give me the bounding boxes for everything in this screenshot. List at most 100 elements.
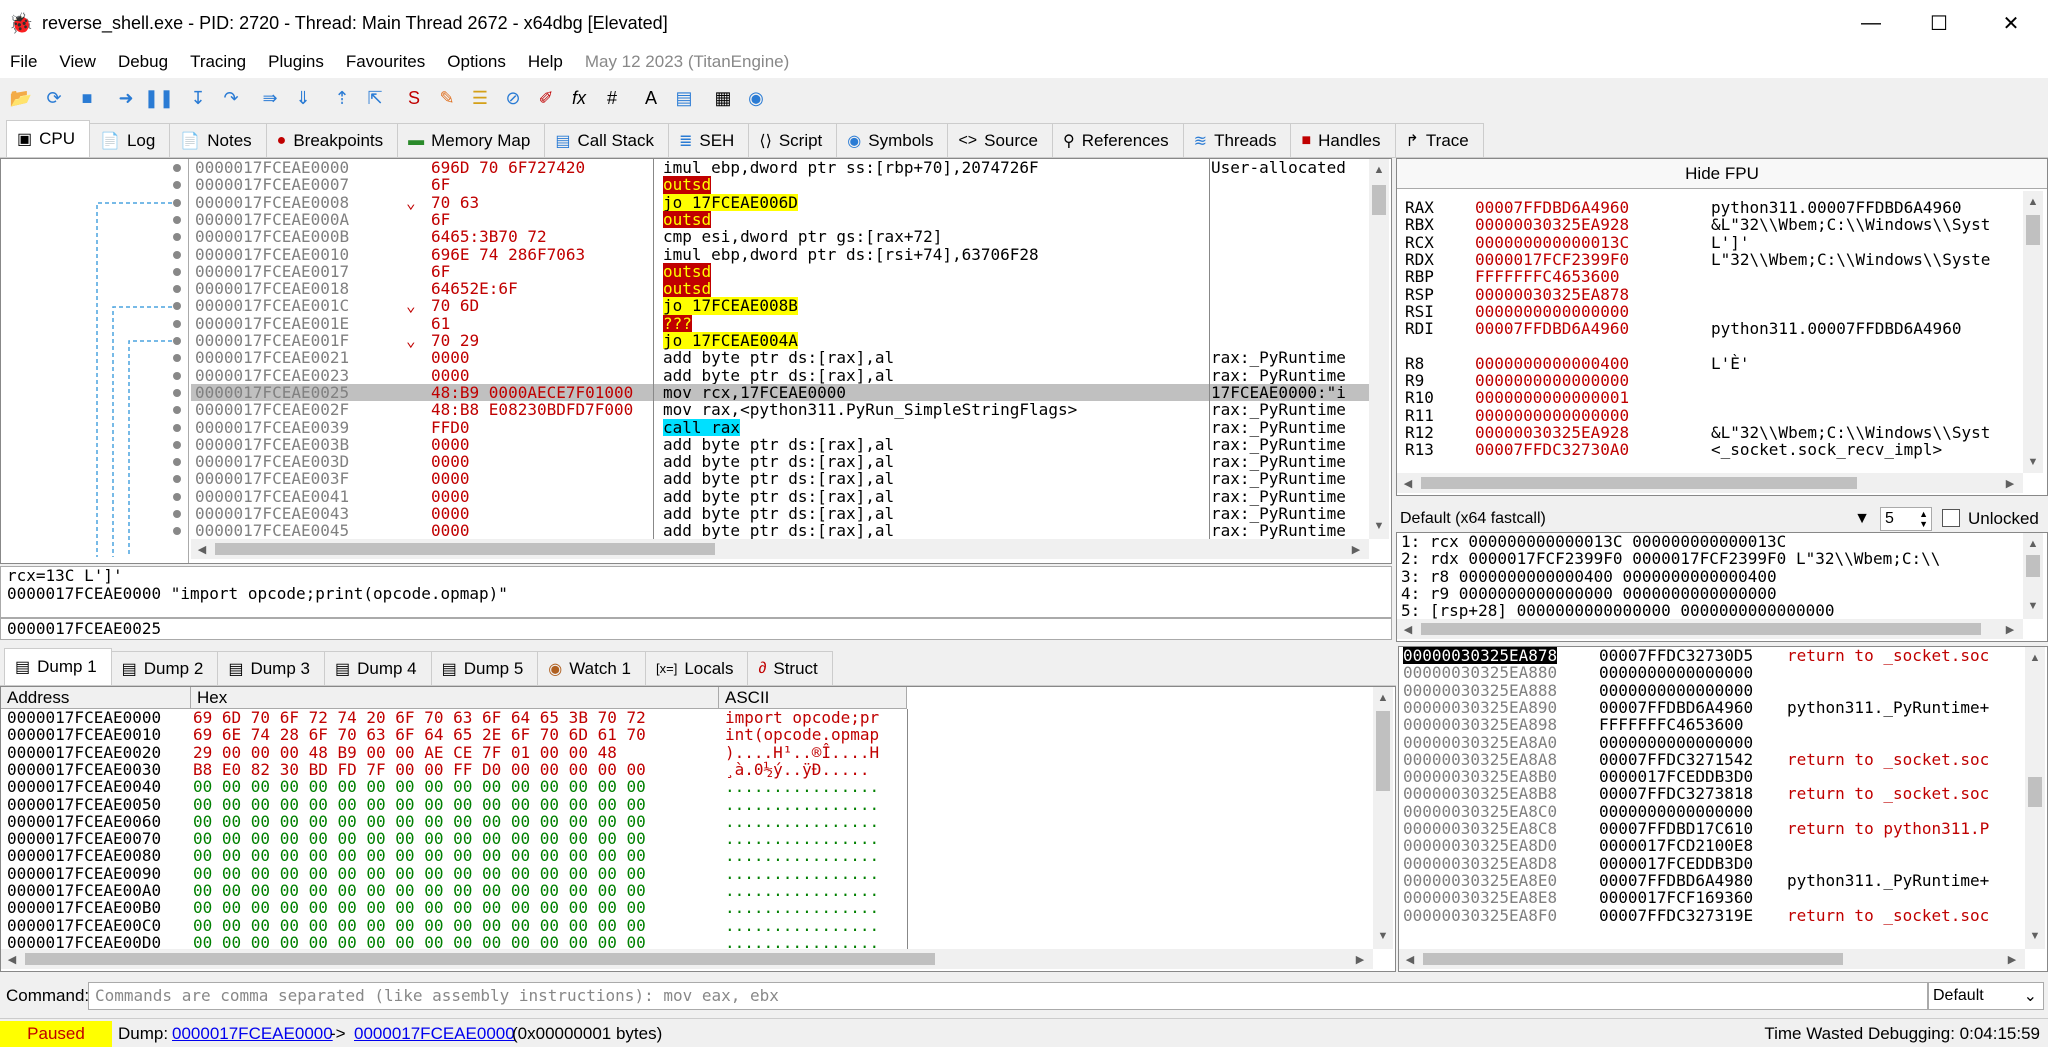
gutter-row[interactable] [1,280,189,297]
menu-view[interactable]: View [59,52,96,72]
breakpoint-dot[interactable] [173,233,181,242]
run-icon[interactable]: ➜ [111,83,141,113]
breakpoint-dot[interactable] [173,440,181,449]
register-value[interactable]: 0000000000000000 [1475,406,1629,424]
argument-row[interactable]: 3: r8 0000000000000400 0000000000000400 [1401,567,1777,585]
dump-row[interactable]: 0000017FCEAE00C0 00 00 00 00 00 00 00 00 … [1,916,1371,934]
breakpoint-dot[interactable] [173,337,181,345]
menu-options[interactable]: Options [447,52,506,72]
disasm-row[interactable]: 0000017FCEAE001E 61??? [191,314,1371,332]
scroll-up-icon[interactable]: ▲ [2026,649,2044,667]
breakpoint-dot[interactable] [173,371,181,380]
gutter-row[interactable] [1,436,189,453]
dump-row[interactable]: 0000017FCEAE0060 00 00 00 00 00 00 00 00 … [1,812,1371,830]
tab-breakpoints[interactable]: ● Breakpoints [265,123,399,157]
breakpoint-dot[interactable] [173,510,181,518]
spin-arrows-icon[interactable]: ▲ ▼ [1919,509,1928,529]
register-row[interactable] [1405,337,2015,354]
stack-row[interactable]: 00000030325EA8D8 0000017FCEDDB3D0 [1399,854,2025,872]
breakpoint-dot[interactable] [173,250,181,259]
disasm-row[interactable]: 0000017FCEAE0008 ⌄ 70 63 jo 17FCEAE006D [191,193,1371,211]
argument-row[interactable]: 2: rdx 0000017FCF2399F0 0000017FCF2399F0… [1401,550,1940,568]
step-over-icon[interactable]: ↷ [216,83,246,113]
argument-row[interactable]: 5: [rsp+28] 0000000000000000 00000000000… [1401,602,1834,619]
register-row[interactable]: R8 0000000000000400 L'È' [1405,354,2015,372]
menu-help[interactable]: Help [528,52,563,72]
register-row[interactable]: R12 00000030325EA928 &L"32\\Wbem;C:\\Windo… [1405,424,2015,442]
scroll-left-icon[interactable]: ◀ [1399,620,1417,638]
args-hscroll[interactable]: ◀ ▶ [1397,619,2023,639]
dump-row[interactable]: 0000017FCEAE0050 00 00 00 00 00 00 00 00 … [1,795,1371,813]
tab-dump-3[interactable]: ▤ Dump 3 [217,651,325,685]
register-row[interactable]: R11 0000000000000000 [1405,406,2015,424]
gutter-row[interactable] [1,315,189,332]
register-value[interactable]: 0000000000000000 [1475,372,1629,390]
tab-cpu[interactable]: ▣ CPU [6,120,91,157]
gutter-row[interactable] [1,228,189,245]
calculator-icon[interactable]: ▤ [669,83,699,113]
stack-row[interactable]: 00000030325EA8C8 00007FFDBD17C610 return t… [1399,820,2025,838]
patches-icon[interactable]: ✎ [432,83,462,113]
column-address[interactable]: Address [1,687,191,709]
scroll-thumb[interactable] [1376,711,1390,791]
gutter-row[interactable] [1,159,189,176]
register-row[interactable]: RCX 000000000000013C L']' [1405,233,2015,251]
unlocked-checkbox[interactable] [1942,509,1960,527]
disasm-row[interactable]: 0000017FCEAE002F 48:B8 E08230BDFD7F000 mov… [191,401,1371,419]
scroll-right-icon[interactable]: ▶ [2001,620,2019,638]
disasm-row[interactable]: 0000017FCEAE001F ⌄ 70 29 jo 17FCEAE004A [191,332,1371,349]
register-row[interactable]: R10 0000000000000001 [1405,389,2015,407]
gutter-row[interactable] [1,470,189,487]
scroll-left-icon[interactable]: ◀ [3,950,21,968]
gutter-row[interactable] [1,176,189,193]
stack-row[interactable]: 00000030325EA888 0000000000000000 [1399,681,2025,699]
close-button[interactable]: ✕ [1976,0,2046,46]
gutter-row[interactable] [1,488,189,505]
menu-plugins[interactable]: Plugins [268,52,324,72]
gutter-row[interactable] [1,349,189,366]
breakpoint-dot[interactable] [173,267,181,276]
breakpoint-dot[interactable] [173,475,181,484]
breakpoint-dot[interactable] [173,302,181,311]
disasm-row[interactable]: 0000017FCEAE0000 696D 70 6F727420 imul ebp… [191,159,1371,176]
stack-hscroll[interactable]: ◀ ▶ [1399,949,2025,969]
gutter-row[interactable] [1,367,189,384]
register-value[interactable]: 000000000000013C [1475,233,1629,251]
register-row[interactable]: RAX 00007FFDBD6A4960 python311.00007FFDBD6… [1405,199,2015,216]
scroll-up-icon[interactable]: ▲ [2024,193,2042,211]
disasm-row[interactable]: 0000017FCEAE0017 6F outsd [191,262,1371,280]
open-icon[interactable]: 📂 [6,83,36,113]
disasm-row[interactable]: 0000017FCEAE003F 0000 add byte ptr ds:[rax… [191,470,1371,488]
breakpoint-dot[interactable] [173,527,181,536]
breakpoint-dot[interactable] [173,181,181,190]
variables-icon[interactable]: # [597,83,627,113]
tab-locals[interactable]: [x=] Locals [644,651,749,685]
dump-to-link[interactable]: 0000017FCEAE0000 [354,1024,515,1044]
scroll-up-icon[interactable]: ▲ [1370,161,1388,179]
gutter-row[interactable] [1,263,189,280]
help-icon[interactable]: ◉ [741,83,771,113]
register-value[interactable]: 00007FFDBD6A4960 [1475,320,1629,338]
gutter-row[interactable] [1,522,189,539]
scroll-down-icon[interactable]: ▼ [2024,453,2042,471]
breakpoint-dot[interactable] [173,164,181,172]
calling-convention-select[interactable]: Default (x64 fastcall) ▼ [1396,507,1876,531]
register-row[interactable]: RSP 00000030325EA878 [1405,285,2015,303]
stack-row[interactable]: 00000030325EA8E0 00007FFDBD6A4980 python31… [1399,872,2025,890]
scroll-thumb[interactable] [1421,623,1981,635]
disasm-vscroll[interactable]: ▲ ▼ [1369,159,1389,539]
trace-into-icon[interactable]: ⇛ [255,83,285,113]
scroll-right-icon[interactable]: ▶ [2001,474,2019,492]
tab-symbols[interactable]: ◉ Symbols [836,123,949,157]
disasm-row[interactable]: 0000017FCEAE0025 48:B9 0000AECE7F01000 mov… [191,384,1371,401]
register-row[interactable]: RSI 0000000000000000 [1405,302,2015,320]
scroll-right-icon[interactable]: ▶ [2003,950,2021,968]
register-row[interactable]: RDX 0000017FCF2399F0 L"32\\Wbem;C:\\Window… [1405,251,2015,269]
scroll-left-icon[interactable]: ◀ [1399,474,1417,492]
scroll-thumb[interactable] [2028,777,2042,807]
gutter-row[interactable] [1,505,189,522]
register-panel[interactable]: Hide FPU RAX 00007FFDBD6A4960 python311.00… [1396,158,2048,496]
dump-row[interactable]: 0000017FCEAE0020 29 00 00 00 48 B9 00 00 … [1,743,1371,761]
strings-icon[interactable]: A [636,83,666,113]
arg-count-spinner[interactable]: 5 ▲ ▼ [1880,507,1932,531]
